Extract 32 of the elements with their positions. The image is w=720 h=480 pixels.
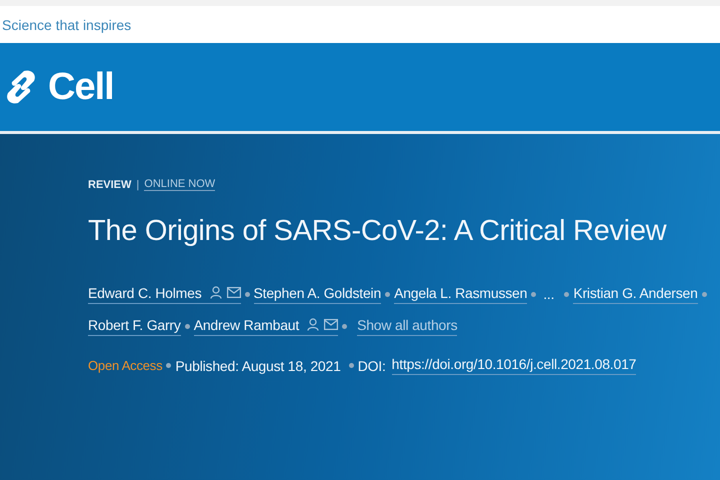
bullet-dot bbox=[342, 324, 348, 328]
author-link[interactable]: Angela L. Rasmussen bbox=[394, 284, 528, 300]
article-title: The Origins of SARS-CoV-2: A Critical Review bbox=[88, 215, 668, 248]
person-icon[interactable] bbox=[307, 318, 320, 331]
published-date: Published: August 18, 2021 bbox=[175, 358, 341, 374]
bullet-dot bbox=[244, 292, 250, 296]
bullet-dot bbox=[385, 292, 390, 296]
author-link[interactable]: Kristian G. Andersen bbox=[573, 284, 698, 300]
bullet-dot bbox=[702, 292, 707, 296]
author-link[interactable]: Edward C. Holmes bbox=[88, 284, 202, 300]
bullet-dot bbox=[184, 324, 190, 328]
mail-icon[interactable] bbox=[324, 319, 338, 330]
separator: | bbox=[136, 178, 140, 190]
author-link[interactable]: Robert F. Garry bbox=[88, 316, 181, 332]
bullet-dot bbox=[348, 363, 354, 368]
bullet-dot bbox=[564, 292, 570, 296]
logo[interactable]: Cell bbox=[4, 66, 114, 108]
ellipsis: ... bbox=[543, 286, 554, 302]
tagline: Science that inspires bbox=[2, 16, 132, 32]
author-link[interactable]: Stephen A. Goldstein bbox=[254, 284, 382, 300]
doi-label: DOI: bbox=[358, 358, 386, 374]
mail-icon[interactable] bbox=[226, 287, 241, 298]
status-link[interactable]: ONLINE NOW bbox=[144, 178, 216, 191]
bullet-dot bbox=[531, 292, 536, 296]
bullet-dot bbox=[166, 363, 172, 368]
person-icon[interactable] bbox=[210, 286, 222, 299]
logo-icon bbox=[4, 69, 38, 105]
open-access-label: Open Access bbox=[88, 358, 162, 373]
doi-link[interactable]: https://doi.org/10.1016/j.cell.2021.08.017 bbox=[392, 356, 636, 375]
show-all-authors-link[interactable]: Show all authors bbox=[357, 316, 458, 336]
article-type: REVIEW bbox=[88, 178, 132, 190]
author-link[interactable]: Andrew Rambaut bbox=[194, 316, 300, 332]
